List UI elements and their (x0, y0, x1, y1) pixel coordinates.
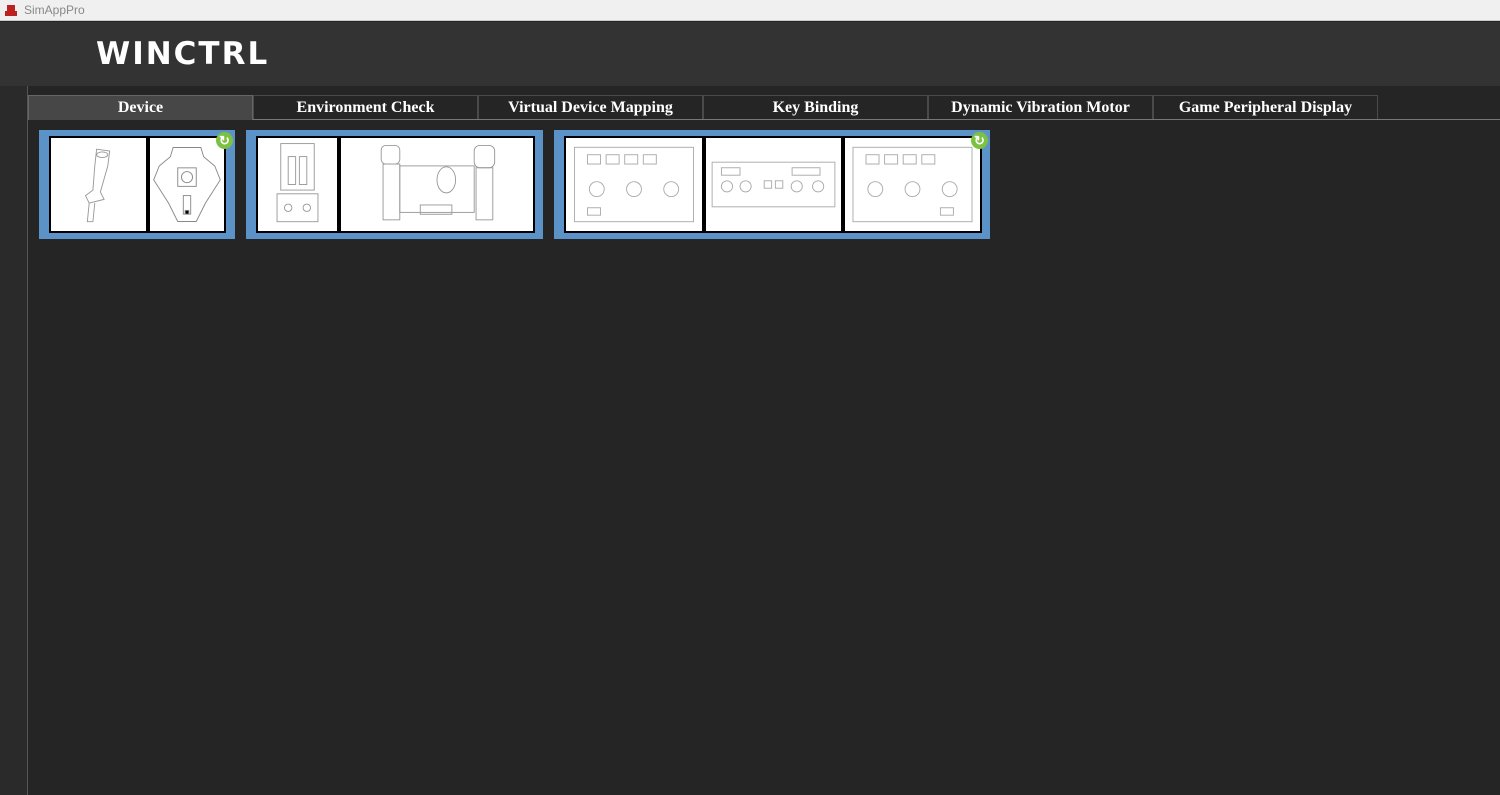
tab-environment-check[interactable]: Environment Check (253, 95, 478, 120)
device-card-panels[interactable]: ↻ (554, 130, 990, 239)
tab-device[interactable]: Device (28, 95, 253, 120)
window-title: SimAppPro (24, 3, 85, 17)
joystick-grip-image (49, 136, 148, 233)
joystick-base-image (148, 136, 226, 233)
refresh-icon[interactable]: ↻ (216, 132, 233, 149)
winctrl-logo: WINCTRL (96, 36, 270, 72)
tab-bar: Device Environment Check Virtual Device … (28, 95, 1378, 120)
tab-divider (253, 119, 1500, 120)
title-bar: SimAppPro (0, 0, 1500, 21)
tab-key-binding[interactable]: Key Binding (703, 95, 928, 120)
tab-virtual-device-mapping[interactable]: Virtual Device Mapping (478, 95, 703, 120)
device-card-throttle[interactable] (246, 130, 543, 239)
app-icon (5, 5, 17, 16)
refresh-icon[interactable]: ↻ (971, 132, 988, 149)
tab-dynamic-vibration-motor[interactable]: Dynamic Vibration Motor (928, 95, 1153, 120)
throttle-top-image (256, 136, 339, 233)
header: WINCTRL (0, 22, 1500, 86)
device-card-joystick[interactable]: ↻ (39, 130, 235, 239)
throttle-side-image (339, 136, 535, 233)
panel-right-image (843, 136, 982, 233)
tab-game-peripheral-display[interactable]: Game Peripheral Display (1153, 95, 1378, 120)
left-strip (0, 86, 28, 795)
panel-center-image (704, 136, 843, 233)
panel-left-image (564, 136, 704, 233)
